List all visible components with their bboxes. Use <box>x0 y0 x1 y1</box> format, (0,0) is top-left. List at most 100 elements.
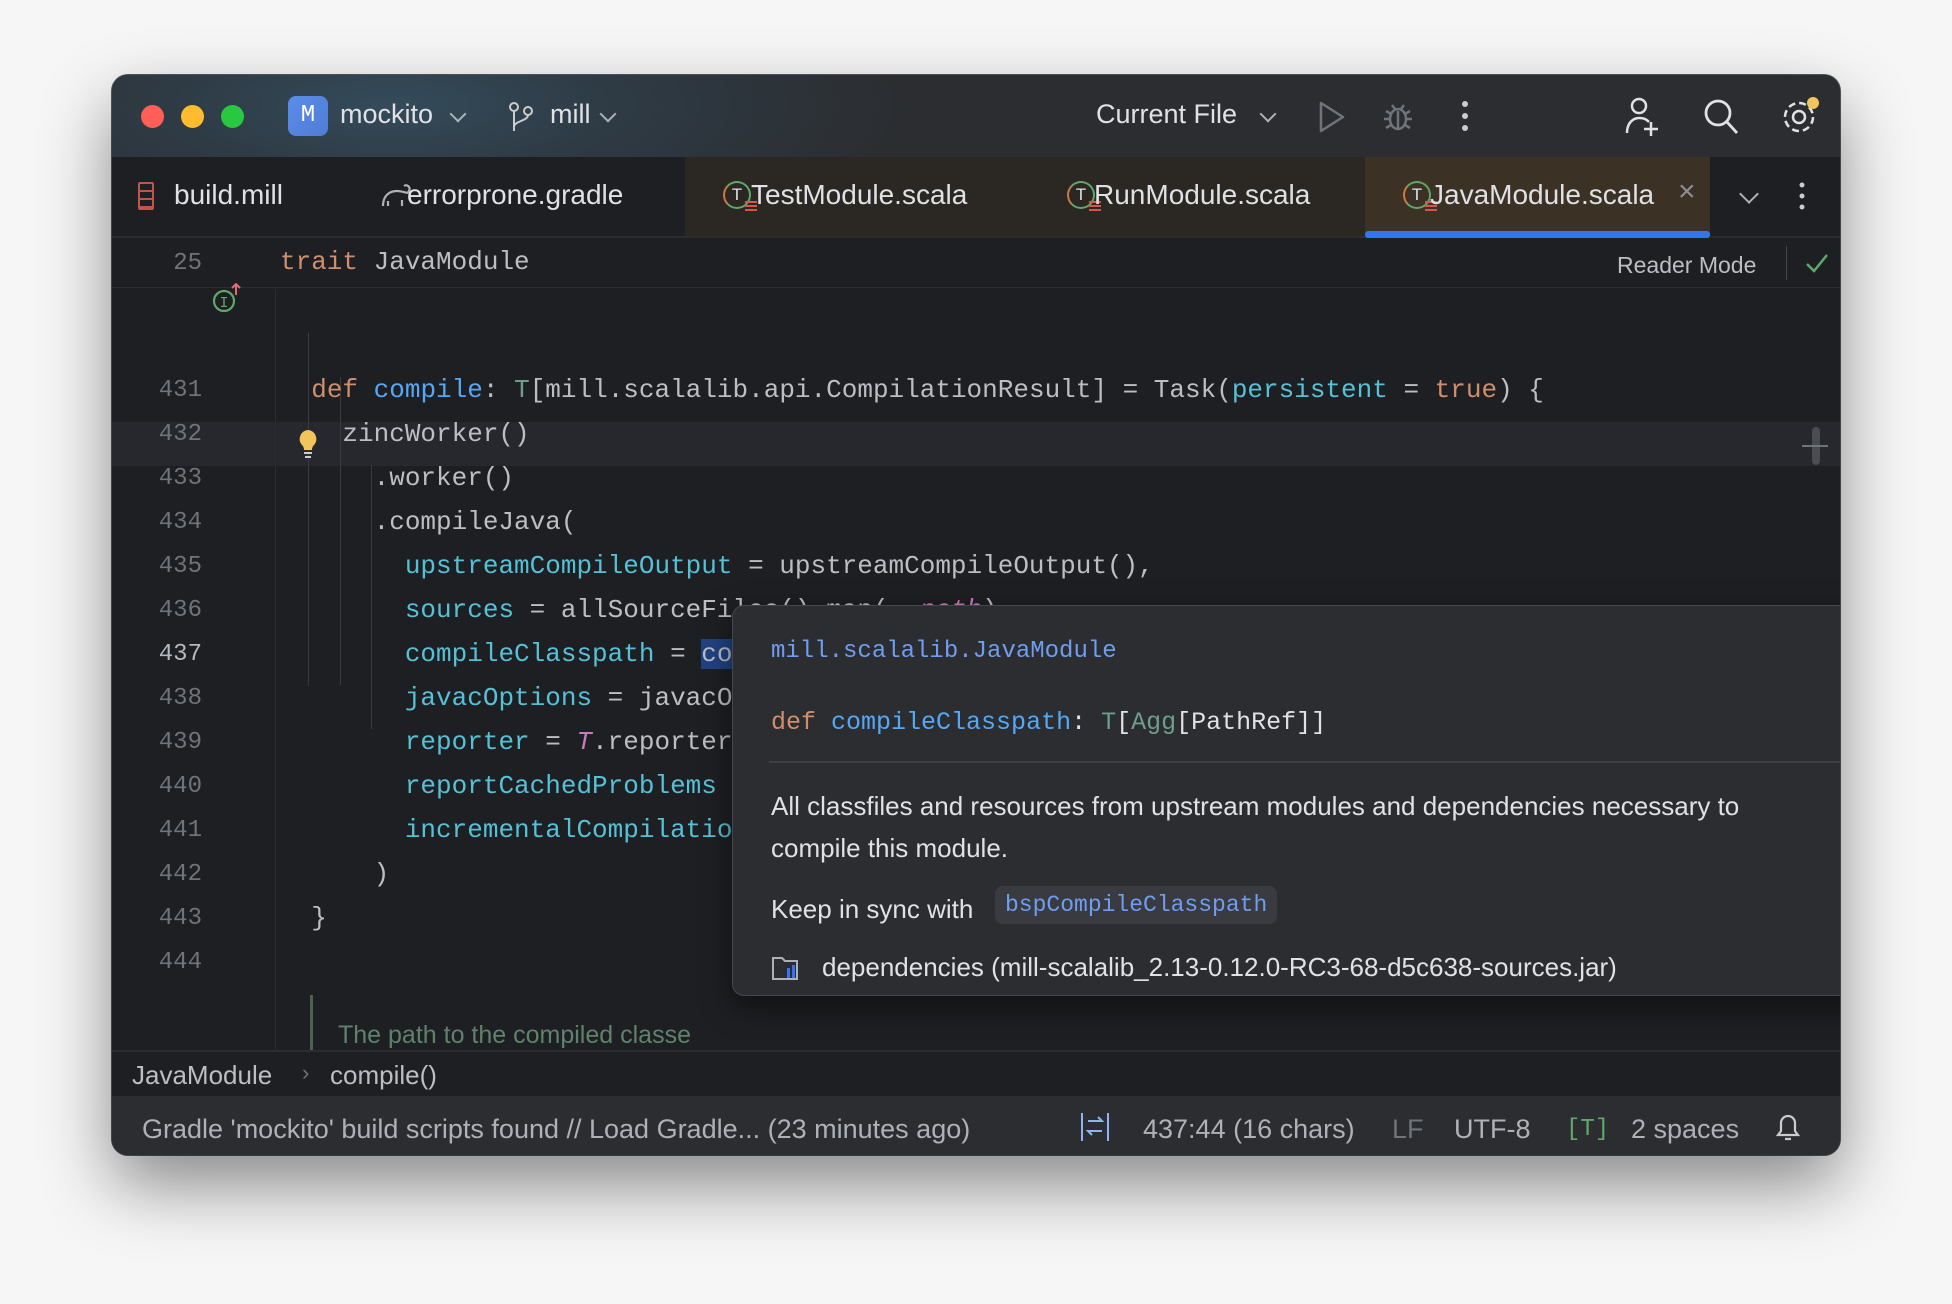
code-token: = javacO <box>592 683 733 713</box>
code-line[interactable]: incrementalCompilatio <box>280 815 733 845</box>
code-token: .worker() <box>280 463 515 493</box>
code-line[interactable]: reportCachedProblems <box>280 771 717 801</box>
caret-position[interactable]: 437:44 (16 chars) <box>1143 1114 1355 1145</box>
notifications-bell-icon[interactable] <box>1774 1110 1802 1144</box>
line-number: 431 <box>158 377 202 404</box>
keyword: def <box>771 708 817 737</box>
line-number: 435 <box>158 553 202 580</box>
edit-icon[interactable] <box>1839 931 1840 959</box>
code-line[interactable]: upstreamCompileOutput = upstreamCompileO… <box>280 551 1154 581</box>
file-encoding[interactable]: UTF-8 <box>1454 1114 1531 1145</box>
debug-icon[interactable] <box>1382 99 1414 133</box>
line-number: 434 <box>158 509 202 536</box>
implements-gutter-icon[interactable]: I <box>212 283 242 315</box>
code-line[interactable]: } <box>280 903 327 933</box>
keyword: trait <box>280 247 359 277</box>
tab-label: build.mill <box>174 179 283 210</box>
code-token: .compileJava( <box>280 507 577 537</box>
code-token: upstreamCompileOutput <box>404 551 733 581</box>
code-token: : <box>482 375 515 405</box>
minimize-window-button[interactable] <box>181 105 204 128</box>
gutter-divider <box>275 289 276 1050</box>
code-token: T <box>514 375 530 405</box>
punct: [ <box>1116 708 1132 737</box>
scala-trait-icon: T <box>723 181 757 211</box>
breadcrumb-item[interactable]: compile() <box>330 1060 437 1091</box>
chevron-down-icon[interactable] <box>1259 105 1277 123</box>
code-line[interactable]: reporter = T.reporter <box>280 727 733 757</box>
run-icon[interactable] <box>1317 100 1347 134</box>
active-tab-indicator <box>1365 231 1710 238</box>
trait-name: JavaModule <box>358 247 530 277</box>
branch-selector[interactable]: mill <box>550 99 591 130</box>
code-line[interactable]: ) <box>280 859 390 889</box>
more-icon[interactable] <box>1460 99 1470 133</box>
zoom-window-button[interactable] <box>221 105 244 128</box>
project-badge[interactable]: M <box>288 96 328 136</box>
code-token: reporter <box>404 727 530 757</box>
svg-text:I: I <box>219 295 228 312</box>
mill-file-icon <box>138 182 154 210</box>
code-token: reportCachedProblems <box>404 771 717 801</box>
code-token: [mill.scalalib.api.CompilationResult] = … <box>529 375 1232 405</box>
lightbulb-icon[interactable] <box>296 428 320 460</box>
branch-icon <box>509 102 533 131</box>
tab-javamodule-scala[interactable]: T JavaModule.scala × <box>1365 157 1710 238</box>
sync-label: Keep in sync with <box>771 894 974 924</box>
sticky-code: trait JavaModule <box>280 247 530 277</box>
chevron-down-icon[interactable] <box>449 105 467 123</box>
code-token: true <box>1434 375 1498 405</box>
doc-comment-line: The path to the compiled classe <box>338 1021 691 1049</box>
code-line[interactable]: javacOptions = javacO <box>280 683 733 713</box>
project-selector[interactable]: mockito <box>340 99 433 130</box>
line-number: 438 <box>158 685 202 712</box>
code-token: T <box>576 727 593 757</box>
tab-errorprone-gradle[interactable]: errorprone.gradle <box>272 157 685 236</box>
add-user-icon[interactable] <box>1624 97 1660 137</box>
doc-source[interactable]: dependencies (mill-scalalib_2.13-0.12.0-… <box>822 952 1617 983</box>
divider <box>769 761 1840 763</box>
vcs-diff-icon[interactable] <box>1080 1111 1110 1143</box>
status-message[interactable]: Gradle 'mockito' build scripts found // … <box>142 1114 970 1145</box>
punct: : <box>1071 708 1102 737</box>
close-tab-icon[interactable]: × <box>1678 175 1696 209</box>
line-number: 432 <box>158 421 202 448</box>
close-window-button[interactable] <box>141 105 164 128</box>
tab-testmodule-scala[interactable]: T TestModule.scala <box>685 157 1030 236</box>
run-config-selector[interactable]: Current File <box>1096 99 1237 130</box>
reader-mode-button[interactable]: Reader Mode <box>1617 252 1756 279</box>
line-number: 436 <box>158 597 202 624</box>
code-line[interactable]: .worker() <box>280 463 514 493</box>
doc-signature: def compileClasspath: T[Agg[PathRef]] <box>771 708 1326 737</box>
doc-container-name[interactable]: mill.scalalib.JavaModule <box>771 638 1117 665</box>
tab-build-mill[interactable]: build.mill <box>112 157 283 236</box>
breadcrumb-item[interactable]: JavaModule <box>132 1060 272 1091</box>
type: [PathRef]] <box>1176 708 1327 737</box>
line-number: 442 <box>158 861 202 888</box>
editor-tabs: build.mill errorprone.gradle T TestModul… <box>112 157 1840 238</box>
line-number: 444 <box>158 949 202 976</box>
chevron-down-icon[interactable] <box>599 105 617 123</box>
tabs-more-icon[interactable] <box>1797 181 1807 211</box>
code-line[interactable]: def compile: T[mill.scalalib.api.Compila… <box>280 375 1544 405</box>
search-icon[interactable] <box>1702 97 1740 137</box>
line-separator[interactable]: LF <box>1392 1114 1424 1145</box>
check-icon <box>1806 254 1828 273</box>
code-line[interactable]: .compileJava( <box>280 507 577 537</box>
ide-window: M mockito mill Current File build.mill e… <box>112 75 1840 1155</box>
tab-runmodule-scala[interactable]: T RunModule.scala <box>1030 157 1365 236</box>
sync-link[interactable]: bspCompileClasspath <box>995 886 1278 924</box>
code-token: incrementalCompilatio <box>404 815 733 845</box>
sticky-scope-header[interactable]: 25 trait JavaModule Reader Mode <box>112 238 1840 288</box>
breadcrumb: JavaModule › compile() <box>112 1050 1840 1096</box>
type: Agg <box>1131 708 1177 737</box>
tabs-dropdown-icon[interactable] <box>1739 184 1759 204</box>
settings-icon[interactable] <box>1780 95 1822 137</box>
divider <box>1786 246 1787 280</box>
indent-setting[interactable]: 2 spaces <box>1631 1114 1739 1145</box>
signature-name: compileClasspath <box>831 708 1072 737</box>
file-type-indicator[interactable]: [T] <box>1566 1116 1609 1143</box>
